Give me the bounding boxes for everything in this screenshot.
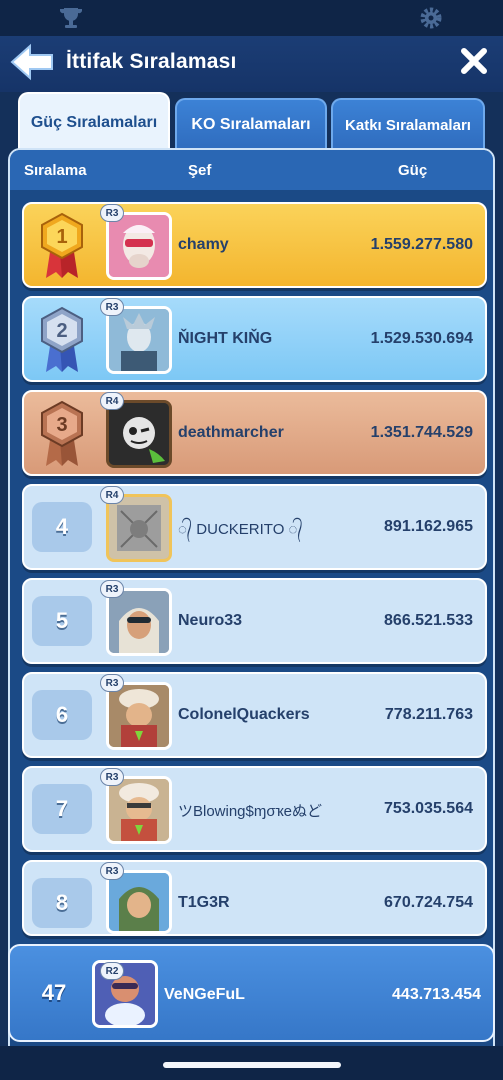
avatar[interactable] bbox=[106, 682, 172, 750]
power-value: 1.559.277.580 bbox=[370, 236, 473, 253]
power-value: 778.211.763 bbox=[384, 706, 473, 723]
power-value: 866.521.533 bbox=[384, 612, 473, 629]
role-badge: R3 bbox=[100, 580, 124, 598]
rank-number: 47 bbox=[41, 980, 67, 1005]
avatar[interactable] bbox=[106, 400, 172, 468]
table-row[interactable]: 4 R4 ᭄ DUCKERITO ᭄ 891.162.965 bbox=[22, 484, 487, 570]
table-row[interactable]: 5 R3 Neuro33 866.521.533 bbox=[22, 578, 487, 664]
chief-name: ᭄ DUCKERITO ᭄ bbox=[178, 521, 303, 538]
table-row[interactable]: 8 R3 T1G3R 670.724.754 bbox=[22, 860, 487, 936]
table-row[interactable]: 3 R4 deathmarcher 1.351.744.529 bbox=[22, 390, 487, 476]
avatar[interactable] bbox=[106, 306, 172, 374]
role-badge: R3 bbox=[100, 298, 124, 316]
silver-medal-icon: 2 bbox=[41, 306, 83, 372]
power-value: 891.162.965 bbox=[384, 518, 473, 535]
role-badge: R3 bbox=[100, 862, 124, 880]
chief-name: Neuro33 bbox=[178, 612, 243, 629]
chief-name: VeNGeFuL bbox=[164, 986, 245, 1003]
column-chief-header: Şef bbox=[188, 162, 212, 179]
svg-text:2: 2 bbox=[56, 320, 67, 342]
bronze-medal-icon: 3 bbox=[41, 400, 83, 466]
page-title: İttifak Sıralaması bbox=[66, 50, 237, 73]
bottom-bar bbox=[0, 1046, 503, 1080]
rank-number: 6 bbox=[32, 690, 92, 740]
rank-number: 5 bbox=[32, 596, 92, 646]
tab-bar: Güç Sıralamaları KO Sıralamaları Katkı S… bbox=[0, 92, 503, 152]
role-badge: R3 bbox=[100, 204, 124, 222]
chief-name: ColonelQuackers bbox=[178, 706, 310, 723]
chief-name: deathmarcher bbox=[178, 424, 284, 441]
header: İttifak Sıralaması bbox=[0, 36, 503, 92]
role-badge: R3 bbox=[100, 674, 124, 692]
table-row[interactable]: 1 R3 chamy 1.559.277.580 bbox=[22, 202, 487, 288]
close-icon[interactable] bbox=[459, 46, 489, 76]
rank-number: 4 bbox=[32, 502, 92, 552]
rank-number: 7 bbox=[32, 784, 92, 834]
home-indicator[interactable] bbox=[163, 1062, 341, 1068]
power-value: 753.035.564 bbox=[384, 800, 473, 817]
role-badge: R2 bbox=[100, 962, 124, 980]
table-row[interactable]: 2 R3 ŇIGHT KIŇG 1.529.530.694 bbox=[22, 296, 487, 382]
column-rank-header: Sıralama bbox=[24, 162, 87, 179]
column-headers: Sıralama Şef Güç bbox=[10, 150, 493, 190]
power-value: 1.529.530.694 bbox=[370, 330, 473, 347]
table-row[interactable]: 6 R3 ColonelQuackers 778.211.763 bbox=[22, 672, 487, 758]
power-value: 443.713.454 bbox=[392, 986, 481, 1003]
gear-icon[interactable] bbox=[418, 6, 444, 30]
avatar[interactable] bbox=[106, 776, 172, 844]
chief-name: ŇIGHT KIŇG bbox=[178, 330, 273, 347]
avatar[interactable] bbox=[106, 212, 172, 280]
tab-power-rankings[interactable]: Güç Sıralamaları bbox=[18, 92, 170, 152]
chief-name: chamy bbox=[178, 236, 229, 253]
back-arrow-icon[interactable] bbox=[8, 42, 56, 82]
power-value: 670.724.754 bbox=[384, 894, 473, 911]
my-rank-row[interactable]: 47 R2 VeNGeFuL 443.713.454 bbox=[8, 944, 495, 1042]
rankings-panel: Sıralama Şef Güç 1 R3 chamy 1.559.277.58… bbox=[8, 148, 495, 1078]
top-status-bar bbox=[0, 0, 503, 36]
tab-contribution-rankings[interactable]: Katkı Sıralamaları bbox=[331, 98, 485, 150]
chief-name: T1G3R bbox=[178, 894, 230, 911]
chief-name: ツBlowing$ɱσҡeぬど bbox=[178, 803, 323, 820]
role-badge: R4 bbox=[100, 392, 124, 410]
svg-text:3: 3 bbox=[56, 414, 67, 436]
trophy-icon[interactable] bbox=[58, 6, 84, 30]
gold-medal-icon: 1 bbox=[41, 212, 83, 278]
avatar[interactable] bbox=[106, 494, 172, 562]
power-value: 1.351.744.529 bbox=[370, 424, 473, 441]
tab-ko-rankings[interactable]: KO Sıralamaları bbox=[175, 98, 327, 150]
role-badge: R4 bbox=[100, 486, 124, 504]
avatar[interactable] bbox=[106, 588, 172, 656]
role-badge: R3 bbox=[100, 768, 124, 786]
svg-text:1: 1 bbox=[56, 226, 67, 248]
rank-number: 8 bbox=[32, 878, 92, 928]
column-power-header: Güç bbox=[398, 162, 428, 179]
table-row[interactable]: 7 R3 ツBlowing$ɱσҡeぬど 753.035.564 bbox=[22, 766, 487, 852]
